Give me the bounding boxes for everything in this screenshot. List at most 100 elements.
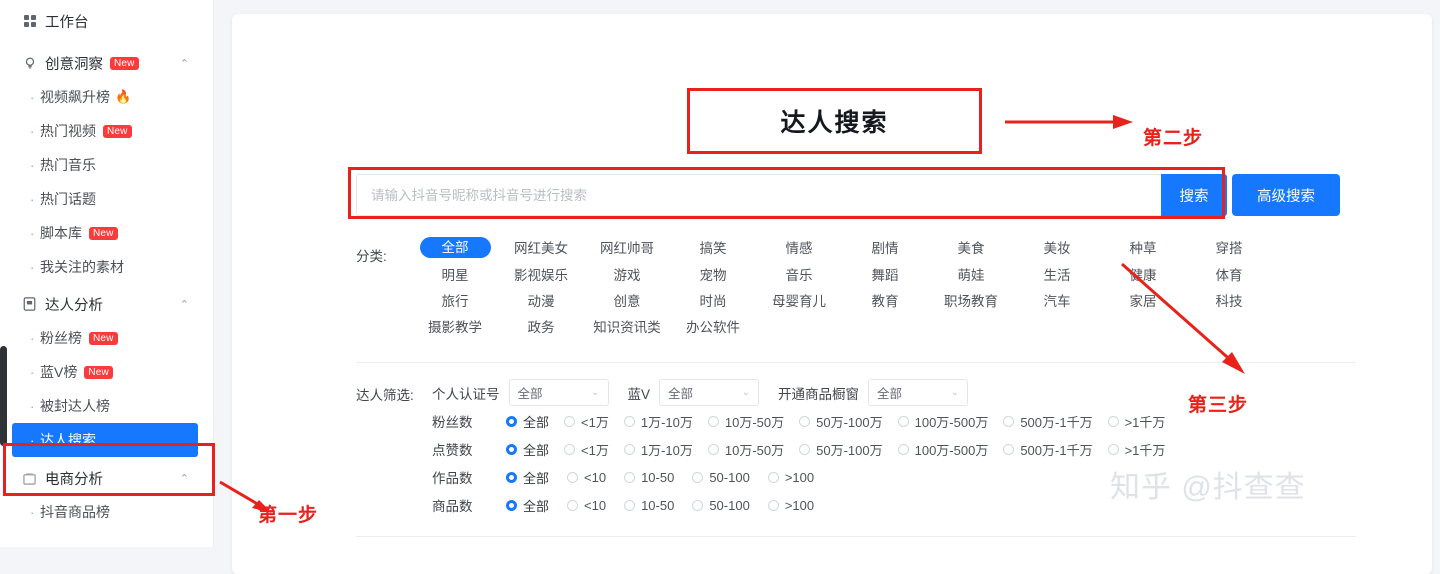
- sidebar-item-influencer-analysis[interactable]: 达人分析 ⌃: [0, 287, 213, 321]
- radio-button-icon: [707, 415, 719, 427]
- category-option[interactable]: 办公软件: [686, 319, 740, 336]
- radio-option[interactable]: >100: [767, 498, 814, 513]
- sidebar-item-hot-music[interactable]: · 热门音乐: [0, 148, 213, 182]
- category-option[interactable]: 情感: [786, 240, 813, 258]
- advanced-search-button[interactable]: 高级搜索: [1232, 174, 1340, 216]
- sidebar-item-workbench[interactable]: 工作台: [0, 4, 213, 38]
- category-option[interactable]: 全部: [419, 237, 491, 258]
- annotation-step3-label: 第三步: [1188, 395, 1249, 416]
- radio-option[interactable]: 500万-1千万: [1003, 440, 1093, 459]
- radio-option[interactable]: 全部: [506, 412, 549, 431]
- radio-button-icon: [799, 415, 811, 427]
- radio-option[interactable]: <1万: [564, 440, 609, 459]
- category-option[interactable]: 穿搭: [1216, 240, 1243, 258]
- radio-button-icon: [692, 499, 704, 511]
- category-option[interactable]: 美食: [958, 240, 985, 258]
- category-option[interactable]: 母婴育儿: [772, 293, 826, 310]
- category-option[interactable]: 音乐: [786, 267, 813, 284]
- new-badge: New: [103, 124, 132, 138]
- sidebar-item-followed-material[interactable]: · 我关注的素材: [0, 250, 213, 284]
- sidebar-scrollbar[interactable]: [0, 346, 7, 446]
- radio-option-label: 500万-1千万: [1020, 442, 1093, 458]
- radio-button-icon: [567, 499, 579, 511]
- annotation-step1-label: 第一步: [258, 505, 319, 526]
- category-option[interactable]: 种草: [1130, 240, 1157, 258]
- radio-option[interactable]: 100万-500万: [897, 412, 988, 431]
- personal-verification-select[interactable]: 全部 ⌄: [508, 379, 609, 406]
- category-option[interactable]: 知识资讯类: [593, 319, 661, 336]
- bluev-select[interactable]: 全部 ⌄: [659, 379, 760, 406]
- category-option[interactable]: 生活: [1044, 267, 1071, 284]
- radio-option[interactable]: 全部: [506, 440, 549, 459]
- product-window-select[interactable]: 全部 ⌄: [868, 379, 969, 406]
- radio-option[interactable]: <1万: [564, 412, 609, 431]
- category-option[interactable]: 萌娃: [958, 267, 985, 284]
- radio-button-icon: [707, 443, 719, 455]
- category-option[interactable]: 旅行: [442, 293, 469, 310]
- sidebar-item-video-rising[interactable]: · 视频飙升榜 🔥: [0, 80, 213, 114]
- radio-button-icon: [692, 471, 704, 483]
- radio-option[interactable]: 10-50: [624, 498, 674, 513]
- category-option[interactable]: 摄影教学: [428, 319, 482, 336]
- radio-option[interactable]: 50-100: [692, 470, 750, 485]
- radio-option[interactable]: <10: [567, 498, 606, 513]
- chevron-down-icon: ⌄: [950, 387, 960, 398]
- radio-option[interactable]: <10: [567, 470, 606, 485]
- sidebar-item-creative-insight[interactable]: 创意洞察 New ⌃: [0, 46, 213, 80]
- radio-button-icon: [506, 471, 517, 483]
- category-option[interactable]: 政务: [528, 319, 555, 336]
- radio-option[interactable]: >1千万: [1107, 412, 1165, 431]
- category-option[interactable]: 汽车: [1044, 293, 1071, 310]
- category-option[interactable]: 创意: [614, 293, 641, 310]
- radio-option[interactable]: 10万-50万: [707, 412, 784, 431]
- category-option[interactable]: 教育: [872, 293, 899, 310]
- radio-option[interactable]: >100: [767, 470, 814, 485]
- chevron-up-icon[interactable]: ⌃: [180, 57, 189, 70]
- category-option[interactable]: 网红美女: [514, 240, 568, 258]
- category-option[interactable]: 游戏: [614, 267, 641, 284]
- radio-option-label: 1万-10万: [640, 442, 693, 458]
- radio-option[interactable]: 1万-10万: [623, 412, 693, 431]
- radio-option[interactable]: 50-100: [692, 498, 750, 513]
- chevron-up-icon[interactable]: ⌃: [180, 298, 189, 311]
- radio-option[interactable]: 50万-100万: [799, 412, 883, 431]
- radio-option[interactable]: 10-50: [624, 470, 674, 485]
- annotation-step2-label: 第二步: [1143, 128, 1204, 149]
- radio-option-label: 500万-1千万: [1020, 414, 1093, 430]
- category-option[interactable]: 职场教育: [944, 293, 998, 310]
- category-option[interactable]: 美妆: [1044, 240, 1071, 258]
- sidebar-item-label: 热门话题: [40, 191, 96, 207]
- radio-option[interactable]: 全部: [506, 496, 549, 515]
- sidebar-item-banned-influencer-rank[interactable]: · 被封达人榜: [0, 389, 213, 423]
- radio-option[interactable]: 50万-100万: [799, 440, 883, 459]
- radio-option[interactable]: 10万-50万: [707, 440, 784, 459]
- category-option[interactable]: 舞蹈: [872, 267, 899, 284]
- sidebar-item-douyin-product-rank[interactable]: · 抖音商品榜: [0, 495, 213, 529]
- select-value: 全部: [668, 387, 694, 401]
- category-option[interactable]: 剧情: [872, 240, 899, 258]
- sidebar-item-script-library[interactable]: · 脚本库 New: [0, 216, 213, 250]
- radio-option-label: 10-50: [641, 497, 675, 513]
- sidebar-item-fans-rank[interactable]: · 粉丝榜 New: [0, 321, 213, 355]
- radio-option[interactable]: 100万-500万: [897, 440, 988, 459]
- radio-option[interactable]: 全部: [506, 468, 549, 487]
- radio-option[interactable]: >1千万: [1107, 440, 1165, 459]
- category-option[interactable]: 宠物: [700, 267, 727, 284]
- sidebar-item-hot-topic[interactable]: · 热门话题: [0, 182, 213, 216]
- radio-option[interactable]: 500万-1千万: [1003, 412, 1093, 431]
- radio-option-label: 50万-100万: [816, 414, 883, 430]
- category-option[interactable]: 网红帅哥: [600, 240, 654, 258]
- radio-button-icon: [897, 443, 909, 455]
- filter-label: 达人筛选:: [356, 388, 414, 403]
- sidebar-item-bluev-rank[interactable]: · 蓝V榜 New: [0, 355, 213, 389]
- category-option[interactable]: 动漫: [528, 293, 555, 310]
- category-option[interactable]: 搞笑: [700, 240, 727, 258]
- category-option[interactable]: 时尚: [700, 293, 727, 310]
- radio-button-icon: [799, 443, 811, 455]
- radio-option[interactable]: 1万-10万: [623, 440, 693, 459]
- radio-button-icon: [564, 415, 576, 427]
- category-option[interactable]: 明星: [442, 267, 469, 284]
- sidebar-item-hot-video[interactable]: · 热门视频 New: [0, 114, 213, 148]
- category-option[interactable]: 影视娱乐: [514, 267, 568, 284]
- sidebar-item-label: 工作台: [45, 14, 89, 31]
